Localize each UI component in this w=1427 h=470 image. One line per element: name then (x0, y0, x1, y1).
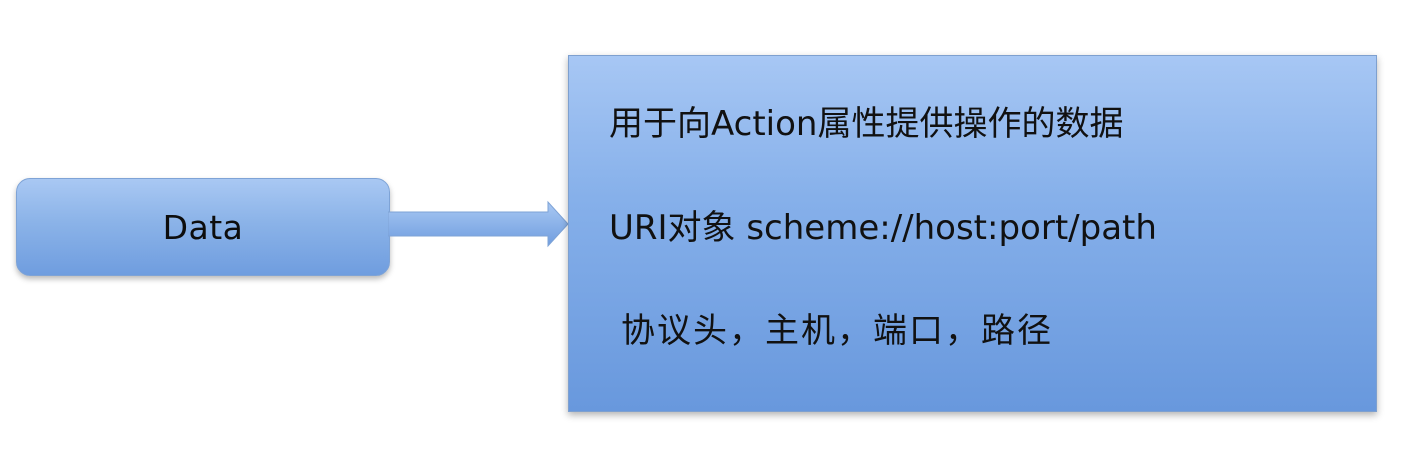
data-node-label: Data (162, 207, 244, 247)
info-box: 用于向Action属性提供操作的数据 URI对象 scheme://host:p… (568, 55, 1377, 412)
info-line-description: 用于向Action属性提供操作的数据 (609, 104, 1124, 144)
arrow-shape (388, 200, 569, 248)
data-node: Data (16, 178, 390, 276)
info-line-uri-format: URI对象 scheme://host:port/path (609, 208, 1157, 248)
info-line-uri-parts: 协议头，主机，端口，路径 (621, 311, 1053, 351)
connector-arrow (388, 200, 569, 248)
slide-canvas: Data 用于向Action属性提供操作的数据 URI对象 scheme://h… (0, 0, 1427, 470)
